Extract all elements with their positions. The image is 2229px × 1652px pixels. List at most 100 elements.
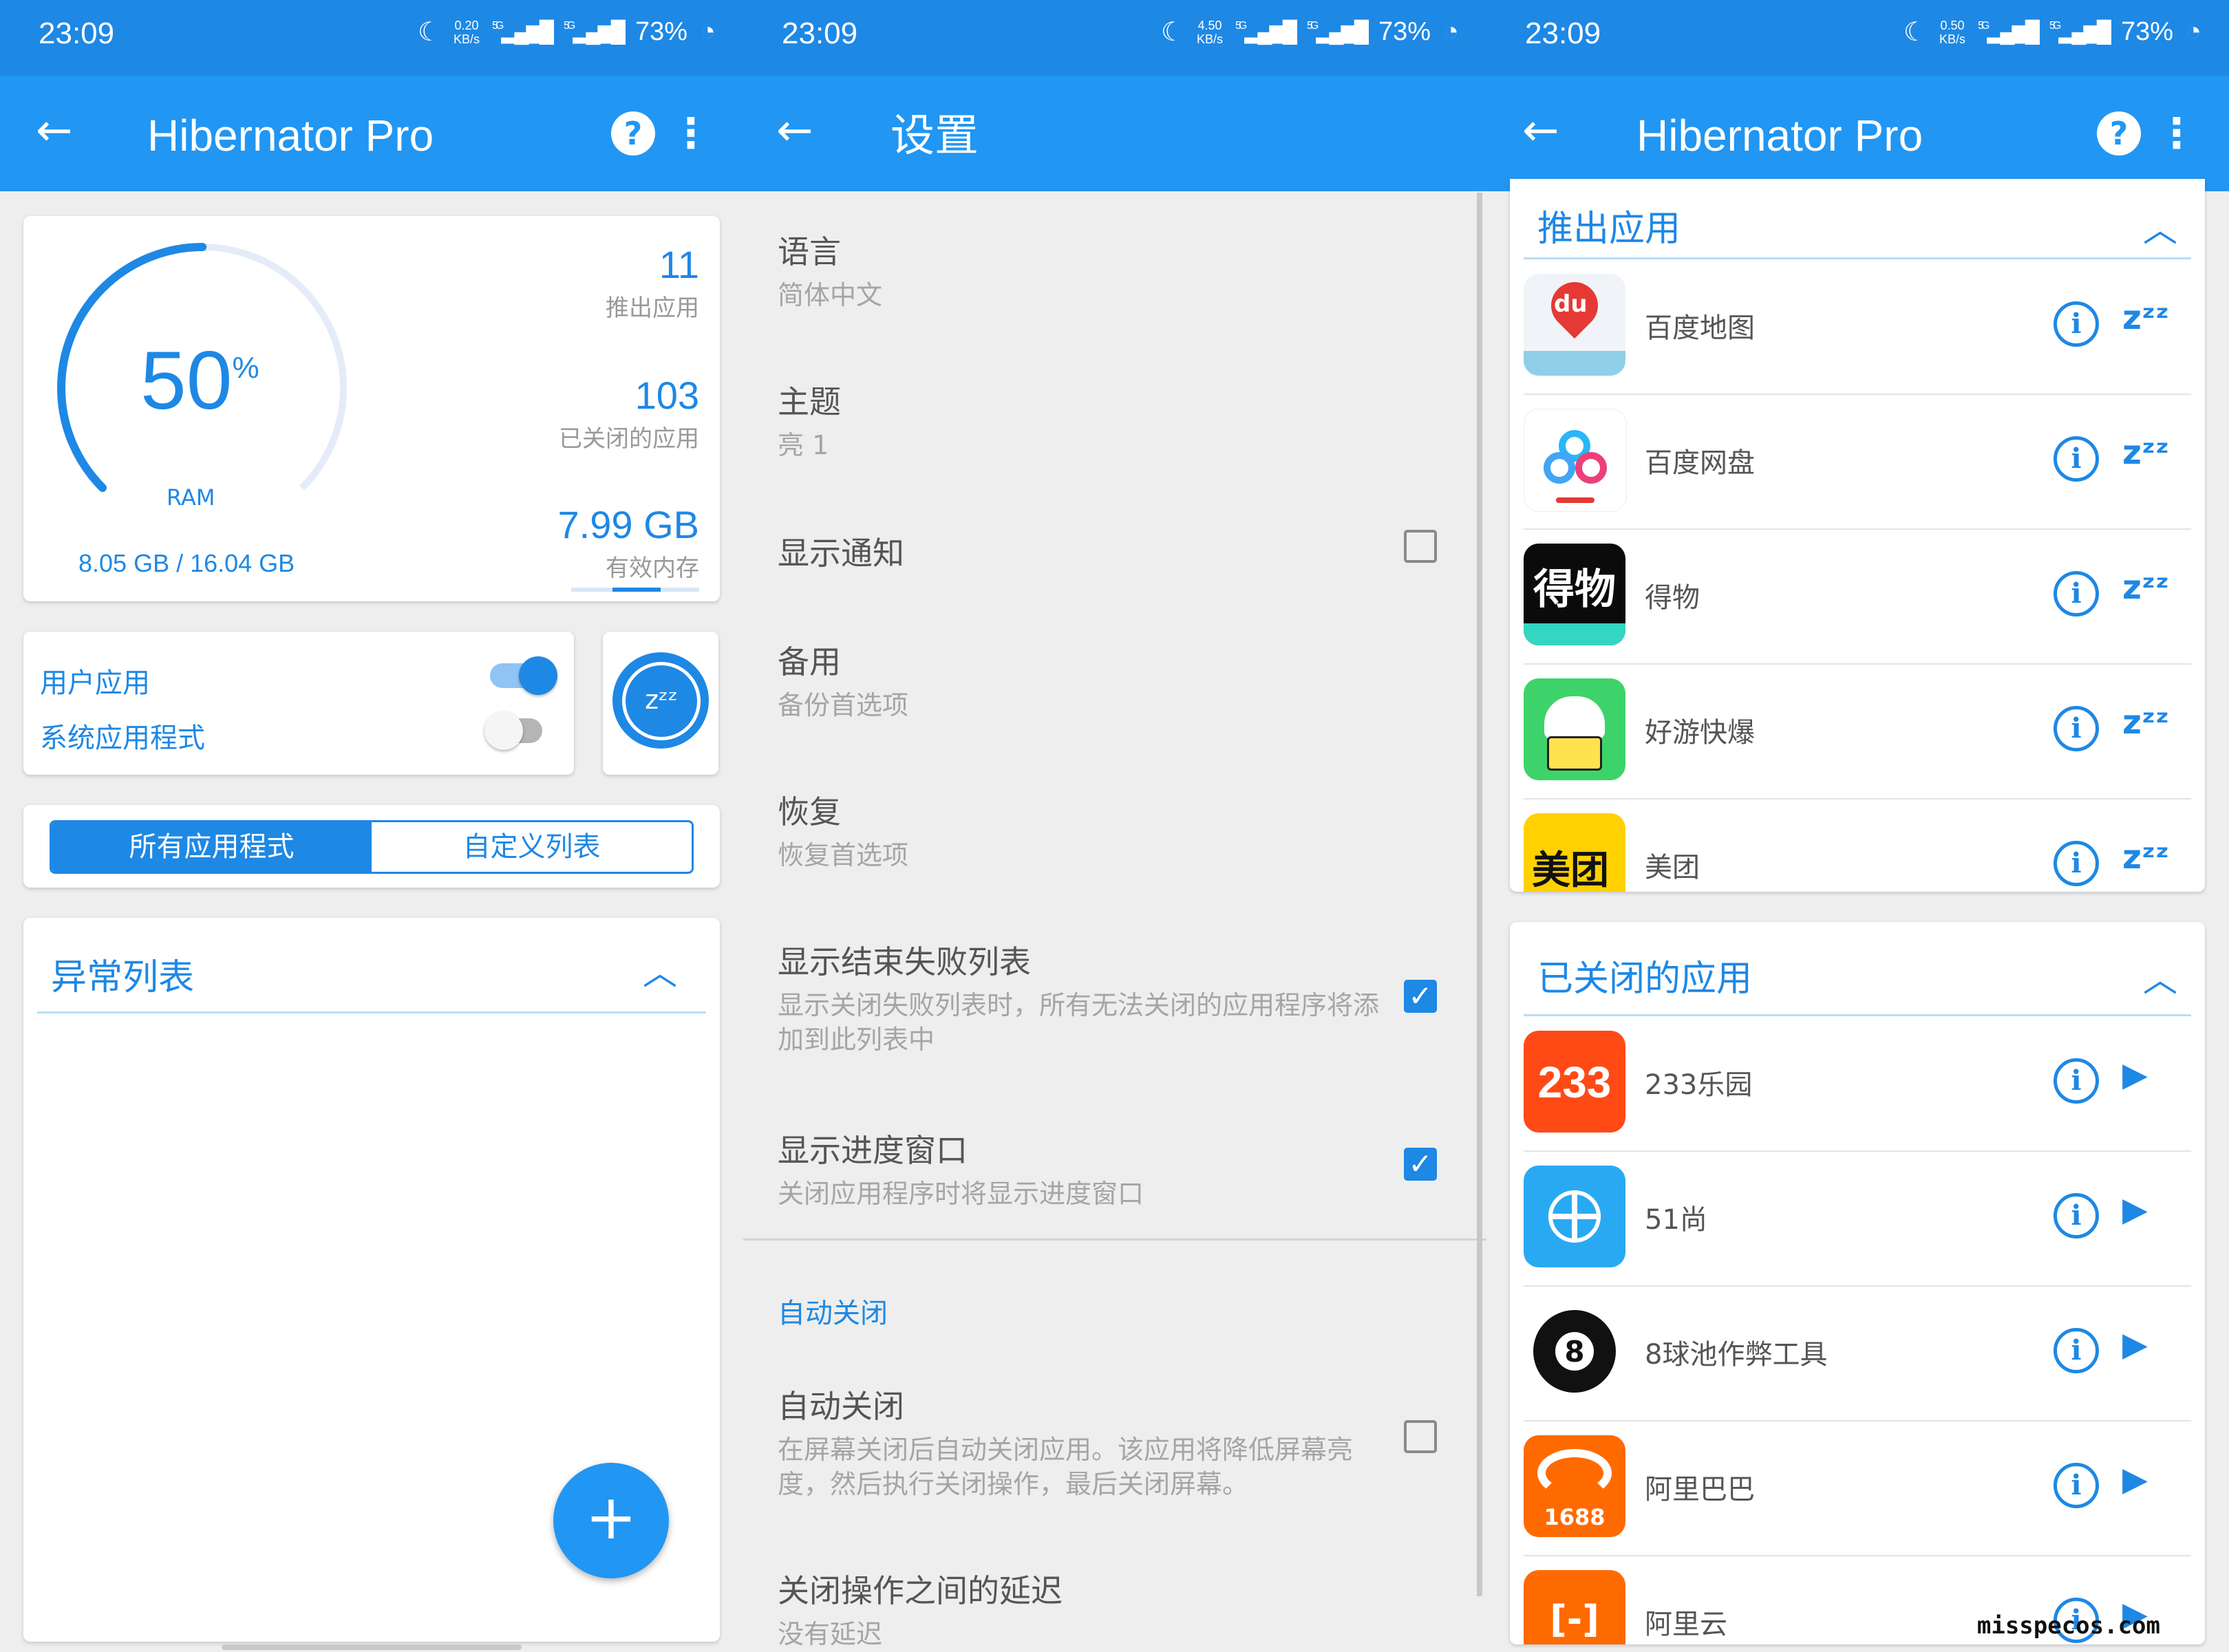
setting-title: 显示结束失败列表 bbox=[778, 943, 1031, 980]
app-name: 得物 bbox=[1645, 582, 1700, 614]
play-icon[interactable]: ▶ bbox=[2122, 1460, 2148, 1499]
info-icon[interactable]: i bbox=[2054, 571, 2099, 616]
list-item[interactable]: du 百度地图 i zᶻᶻ bbox=[1510, 260, 2205, 395]
tab-all-apps[interactable]: 所有应用程式 bbox=[52, 822, 372, 872]
net-speed: 4.50 bbox=[1197, 18, 1222, 32]
play-icon[interactable]: ▶ bbox=[2122, 1190, 2148, 1229]
help-icon[interactable]: ? bbox=[611, 111, 655, 155]
collapse-icon[interactable]: ︿ bbox=[643, 945, 677, 995]
back-arrow-icon[interactable]: ← bbox=[1522, 109, 1559, 153]
closed-label: 已关闭的应用 bbox=[559, 425, 699, 453]
free-memory: 7.99 GB bbox=[557, 503, 699, 546]
more-vert-icon[interactable]: ⋮ bbox=[2156, 106, 2197, 161]
status-bar: 23:09 ☾ 0.50 KB/s 5G▂▄▆█ 5G▂▄▆█ 73% ◔ bbox=[1486, 0, 2229, 76]
list-item[interactable]: 51尚 i ▶ bbox=[1510, 1152, 2205, 1287]
setting-language[interactable]: 语言 简体中文 bbox=[778, 227, 1431, 312]
closed-count: 103 bbox=[634, 374, 699, 417]
sleep-icon[interactable]: zᶻᶻ bbox=[2122, 568, 2169, 607]
exception-list-title: 异常列表 bbox=[51, 957, 195, 998]
baidu-maps-icon: du bbox=[1524, 274, 1625, 376]
info-icon[interactable]: i bbox=[2054, 1058, 2099, 1104]
fail-list-checkbox[interactable]: ✓ bbox=[1404, 980, 1437, 1013]
notification-checkbox[interactable] bbox=[1404, 530, 1437, 563]
info-icon[interactable]: i bbox=[2054, 1463, 2099, 1508]
collapse-icon[interactable]: ︿ bbox=[2143, 202, 2177, 252]
list-item[interactable]: 百度网盘 i zᶻᶻ bbox=[1510, 395, 2205, 530]
list-filter-card: 所有应用程式 自定义列表 bbox=[23, 805, 720, 888]
setting-title: 显示通知 bbox=[778, 535, 904, 572]
hibernate-button[interactable]: zᶻᶻ bbox=[612, 652, 709, 749]
list-item[interactable]: 好游快爆 i zᶻᶻ bbox=[1510, 665, 2205, 800]
back-arrow-icon[interactable]: ← bbox=[776, 109, 813, 153]
more-vert-icon[interactable]: ⋮ bbox=[670, 106, 712, 161]
list-item[interactable]: 233 233乐园 i ▶ bbox=[1510, 1017, 2205, 1152]
progress-checkbox[interactable]: ✓ bbox=[1404, 1148, 1437, 1181]
divider bbox=[1524, 257, 2191, 259]
auto-close-checkbox[interactable] bbox=[1404, 1420, 1437, 1453]
battery-icon: ◔ bbox=[2186, 17, 2201, 46]
app-name: 51尚 bbox=[1645, 1204, 1707, 1236]
info-icon[interactable]: i bbox=[2054, 706, 2099, 751]
setting-auto-close[interactable]: 自动关闭 在屏幕关闭后自动关闭应用。该应用将降低屏幕亮度，然后执行关闭操作，最后… bbox=[778, 1382, 1383, 1501]
list-item[interactable]: 美团 美团 i zᶻᶻ bbox=[1510, 800, 2205, 892]
scrollbar[interactable] bbox=[1477, 193, 1482, 1596]
running-apps-card: 推出应用 ︿ du 百度地图 i zᶻᶻ 百度网盘 i zᶻᶻ 得物 得物 i … bbox=[1510, 179, 2205, 892]
battery-percent: 73% bbox=[2120, 17, 2174, 46]
233-leyuan-icon: 233 bbox=[1524, 1031, 1625, 1133]
running-apps-title: 推出应用 bbox=[1537, 208, 1681, 250]
sleep-icon[interactable]: zᶻᶻ bbox=[2122, 299, 2169, 337]
running-label: 推出应用 bbox=[606, 294, 699, 322]
tab-custom-list[interactable]: 自定义列表 bbox=[372, 822, 692, 872]
sleep-icon[interactable]: zᶻᶻ bbox=[2122, 703, 2169, 742]
info-icon[interactable]: i bbox=[2054, 1328, 2099, 1373]
info-icon[interactable]: i bbox=[2054, 301, 2099, 347]
setting-fail-list[interactable]: 显示结束失败列表 显示关闭失败列表时，所有无法关闭的应用程序将添加到此列表中 bbox=[778, 937, 1383, 1057]
zzz-icon: zᶻᶻ bbox=[622, 662, 701, 740]
status-time: 23:09 bbox=[782, 17, 858, 50]
play-icon[interactable]: ▶ bbox=[2122, 1055, 2148, 1094]
info-icon[interactable]: i bbox=[2054, 1193, 2099, 1238]
sleep-icon[interactable]: zᶻᶻ bbox=[2122, 838, 2169, 877]
list-item[interactable]: 得物 得物 i zᶻᶻ bbox=[1510, 530, 2205, 665]
help-icon[interactable]: ? bbox=[2097, 111, 2141, 155]
signal-icon: 5G▂▄▆█ bbox=[491, 20, 554, 43]
alibaba-icon: 1688 bbox=[1524, 1435, 1625, 1537]
system-apps-toggle[interactable] bbox=[483, 710, 566, 751]
setting-value: 没有延迟 bbox=[778, 1619, 883, 1649]
app-name: 阿里云 bbox=[1645, 1609, 1727, 1640]
setting-title: 备用 bbox=[778, 643, 841, 680]
list-item[interactable]: 1688 阿里巴巴 i ▶ bbox=[1510, 1422, 2205, 1556]
status-time: 23:09 bbox=[39, 17, 115, 50]
memory-bar-fill bbox=[612, 588, 661, 592]
app-name: 百度网盘 bbox=[1645, 447, 1755, 479]
setting-backup[interactable]: 备用 备份首选项 bbox=[778, 637, 1431, 722]
list-item[interactable]: 8 8球池作弊工具 i ▶ bbox=[1510, 1287, 2205, 1422]
ram-percent: 50% bbox=[140, 334, 259, 427]
info-icon[interactable]: i bbox=[2054, 841, 2099, 886]
setting-title: 关闭操作之间的延迟 bbox=[778, 1572, 1063, 1609]
setting-value: 恢复首选项 bbox=[778, 840, 909, 870]
signal-icon-2: 5G▂▄▆█ bbox=[1306, 20, 1369, 43]
closed-apps-card: 已关闭的应用 ︿ 233 233乐园 i ▶ 51尚 i ▶ 8 8球池作弊工具… bbox=[1510, 922, 2205, 1644]
setting-delay[interactable]: 关闭操作之间的延迟 没有延迟 bbox=[778, 1566, 1431, 1651]
add-fab[interactable]: + bbox=[553, 1463, 669, 1578]
setting-restore[interactable]: 恢复 恢复首选项 bbox=[778, 787, 1431, 872]
list-filter: 所有应用程式 自定义列表 bbox=[50, 820, 694, 874]
back-arrow-icon[interactable]: ← bbox=[36, 109, 73, 153]
play-icon[interactable]: ▶ bbox=[2122, 1325, 2148, 1364]
battery-icon: ◔ bbox=[1443, 17, 1459, 46]
hibernate-card[interactable]: zᶻᶻ bbox=[603, 632, 718, 775]
info-icon[interactable]: i bbox=[2054, 436, 2099, 482]
sleep-icon[interactable]: zᶻᶻ bbox=[2122, 433, 2169, 472]
settings-title: 设置 bbox=[890, 111, 979, 160]
moon-icon: ☾ bbox=[1903, 18, 1927, 47]
collapse-icon[interactable]: ︿ bbox=[2143, 952, 2177, 1002]
signal-icon: 5G▂▄▆█ bbox=[1977, 20, 2040, 43]
net-speed-unit: KB/s bbox=[1939, 32, 1965, 46]
moon-icon: ☾ bbox=[1160, 18, 1184, 47]
setting-progress[interactable]: 显示进度窗口 关闭应用程序时将显示进度窗口 bbox=[778, 1126, 1383, 1211]
user-apps-toggle[interactable] bbox=[483, 655, 566, 696]
setting-title: 自动关闭 bbox=[778, 1388, 904, 1425]
setting-theme[interactable]: 主题 亮 1 bbox=[778, 377, 1431, 462]
setting-notification[interactable]: 显示通知 bbox=[778, 528, 1431, 574]
